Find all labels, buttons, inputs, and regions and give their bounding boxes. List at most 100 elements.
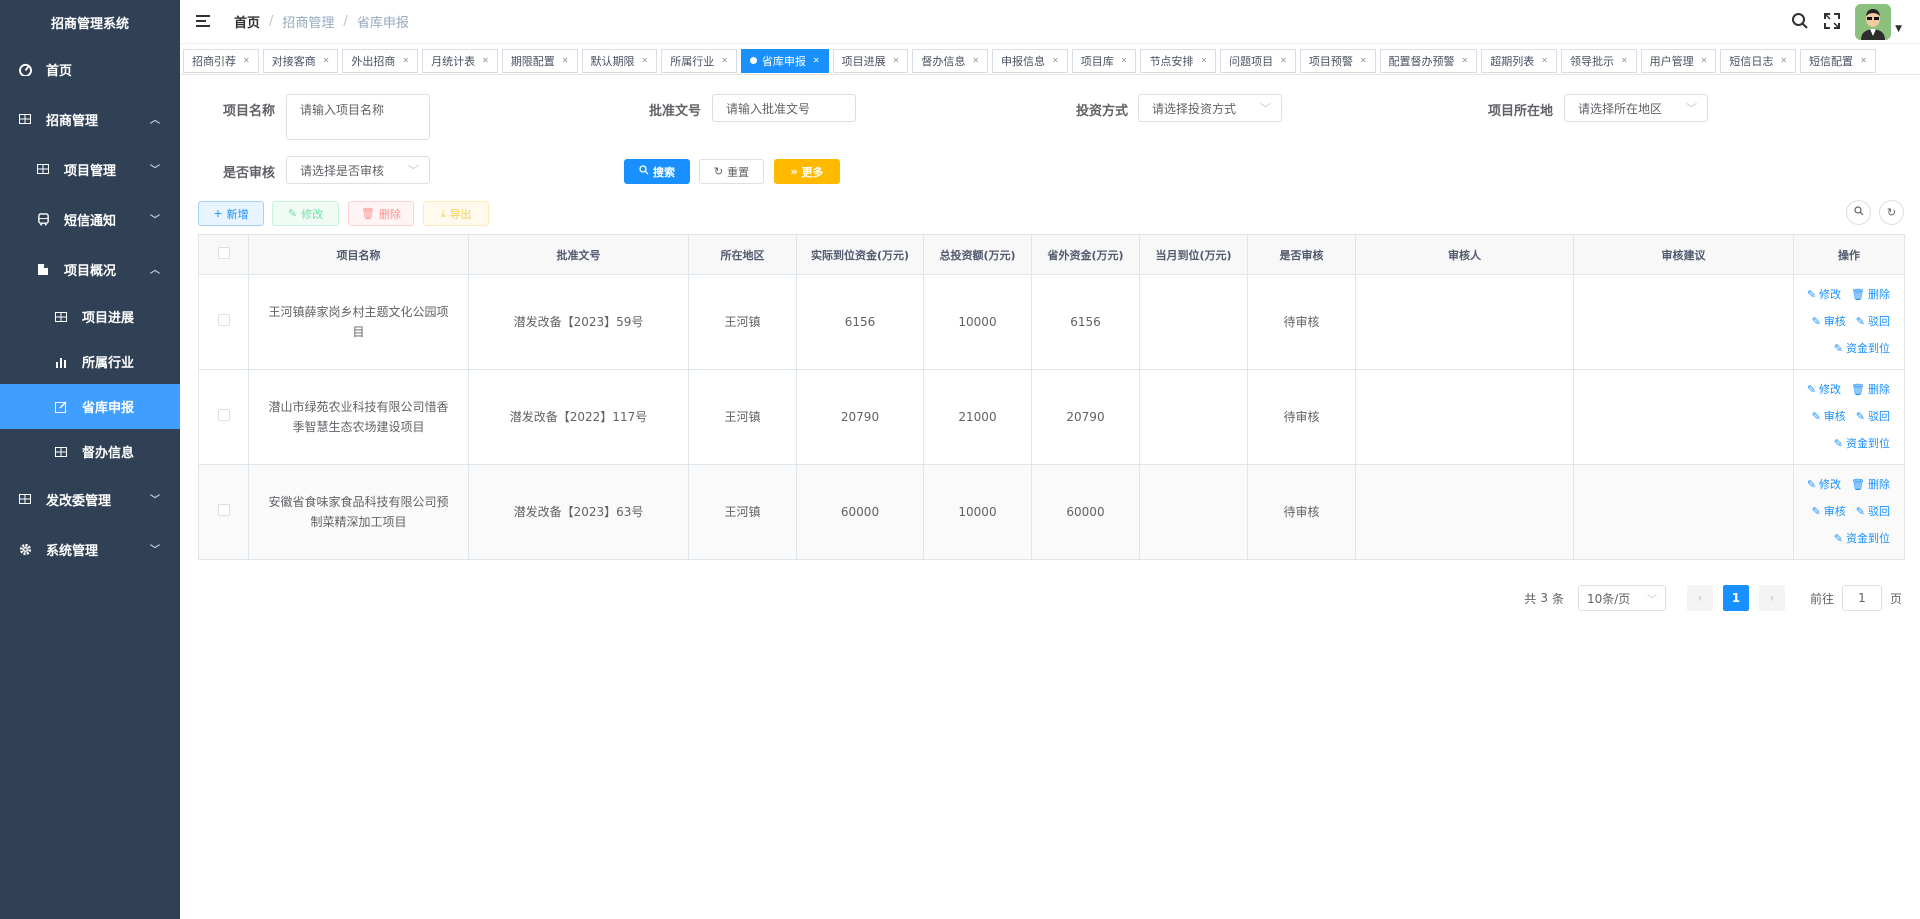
tag-tab[interactable]: 月统计表 ✕ xyxy=(422,48,498,73)
sidebar-item-investment[interactable]: 招商管理 ︿ xyxy=(0,94,180,144)
close-icon[interactable]: ✕ xyxy=(1360,56,1367,65)
tag-tab[interactable]: 期限配置 ✕ xyxy=(501,48,578,73)
location-select[interactable]: 请选择所在地区 ﹀ xyxy=(1564,94,1708,122)
close-icon[interactable]: ✕ xyxy=(1462,56,1469,65)
tag-tab[interactable]: 项目预警 ✕ xyxy=(1299,48,1376,73)
row-checkbox[interactable] xyxy=(217,314,230,326)
tag-tab[interactable]: 节点安排 ✕ xyxy=(1140,48,1217,73)
breadcrumb-home[interactable]: 首页 xyxy=(234,12,260,31)
tag-tab[interactable]: 默认期限 ✕ xyxy=(581,48,658,73)
tag-tab[interactable]: 申报信息 ✕ xyxy=(992,48,1068,73)
row-delete-link[interactable]: 🗑 删除 xyxy=(1851,380,1890,400)
close-icon[interactable]: ✕ xyxy=(1200,56,1207,65)
row-edit-link[interactable]: ✎ 修改 xyxy=(1807,285,1841,305)
export-button[interactable]: ⤓ 导出 xyxy=(423,201,489,226)
sidebar-item-project-management[interactable]: 项目管理 ﹀ xyxy=(0,144,180,194)
sidebar-item-ndrc[interactable]: 发改委管理 ﹀ xyxy=(0,474,180,524)
row-edit-link[interactable]: ✎ 修改 xyxy=(1807,380,1841,400)
page-size-select[interactable]: 10条/页 ﹀ xyxy=(1577,585,1666,611)
close-icon[interactable]: ✕ xyxy=(972,56,979,65)
row-checkbox[interactable] xyxy=(217,504,230,516)
close-icon[interactable]: ✕ xyxy=(1621,56,1628,65)
select-all-checkbox[interactable] xyxy=(217,247,230,259)
goto-page-input[interactable]: 1 xyxy=(1841,585,1882,611)
tag-tab[interactable]: 外出招商 ✕ xyxy=(342,48,419,73)
search-icon[interactable] xyxy=(1791,12,1809,33)
close-icon[interactable]: ✕ xyxy=(562,56,569,65)
reset-button[interactable]: ↻ 重置 xyxy=(699,159,764,184)
add-button[interactable]: + 新增 xyxy=(198,201,264,226)
tag-tab[interactable]: 问题项目 ✕ xyxy=(1220,48,1296,73)
close-icon[interactable]: ✕ xyxy=(1860,56,1867,65)
row-reject-link[interactable]: ✎ 驳回 xyxy=(1856,312,1890,332)
table-row[interactable]: 王河镇薛家岗乡村主题文化公园项目 潜发改备【2023】59号 王河镇 6156 1000… xyxy=(198,274,1905,370)
close-icon[interactable]: ✕ xyxy=(482,56,489,65)
row-review-link[interactable]: ✎ 审核 xyxy=(1812,502,1846,522)
tag-tab[interactable]: 用户管理 ✕ xyxy=(1640,48,1717,73)
sidebar-item-home[interactable]: 首页 xyxy=(0,44,180,94)
close-icon[interactable]: ✕ xyxy=(1280,56,1287,65)
project-name-input[interactable]: 请输入项目名称 xyxy=(286,94,430,140)
close-icon[interactable]: ✕ xyxy=(1121,56,1128,65)
close-icon[interactable]: ✕ xyxy=(402,56,409,65)
tag-tab[interactable]: 项目库 ✕ xyxy=(1071,48,1137,73)
close-icon[interactable]: ✕ xyxy=(813,56,820,65)
invest-mode-select[interactable]: 请选择投资方式 ﹀ xyxy=(1138,94,1282,122)
avatar[interactable] xyxy=(1855,4,1892,40)
menu-toggle-icon[interactable] xyxy=(196,14,212,29)
close-icon[interactable]: ✕ xyxy=(1541,56,1548,65)
tag-tab[interactable]: 对接客商 ✕ xyxy=(262,48,339,73)
row-delete-link[interactable]: 🗑 删除 xyxy=(1851,475,1890,495)
tag-tab[interactable]: 督办信息 ✕ xyxy=(912,48,989,73)
tag-tab[interactable]: 领导批示 ✕ xyxy=(1560,48,1637,73)
sidebar-item-supervision[interactable]: 督办信息 xyxy=(0,429,180,474)
tag-tab[interactable]: 省库申报 ✕ xyxy=(740,48,829,73)
sidebar-item-sms[interactable]: 短信通知 ﹀ xyxy=(0,194,180,244)
row-reject-link[interactable]: ✎ 驳回 xyxy=(1856,502,1890,522)
close-icon[interactable]: ✕ xyxy=(1701,56,1708,65)
row-review-link[interactable]: ✎ 审核 xyxy=(1812,312,1846,332)
toggle-search-button[interactable] xyxy=(1846,200,1871,225)
reviewed-select[interactable]: 请选择是否审核 ﹀ xyxy=(286,156,430,184)
tag-tab[interactable]: 超期列表 ✕ xyxy=(1481,48,1557,73)
row-funds-link[interactable]: ✎ 资金到位 xyxy=(1834,434,1890,454)
close-icon[interactable]: ✕ xyxy=(323,56,330,65)
edit-button[interactable]: ✎ 修改 xyxy=(272,201,339,226)
row-funds-link[interactable]: ✎ 资金到位 xyxy=(1834,339,1890,359)
sidebar-item-system[interactable]: 系统管理 ﹀ xyxy=(0,524,180,574)
tag-tab[interactable]: 短信配置 ✕ xyxy=(1800,48,1876,73)
close-icon[interactable]: ✕ xyxy=(642,56,649,65)
page-number-button[interactable]: 1 xyxy=(1722,585,1749,611)
row-funds-link[interactable]: ✎ 资金到位 xyxy=(1834,529,1890,549)
search-button[interactable]: 搜索 xyxy=(624,159,690,184)
tag-tab[interactable]: 所属行业 ✕ xyxy=(661,48,737,73)
table-row[interactable]: 安徽省食味家食品科技有限公司预制菜精深加工项目 潜发改备【2023】63号 王河镇 6… xyxy=(198,464,1905,560)
sidebar-item-project-progress[interactable]: 项目进展 xyxy=(0,294,180,339)
next-page-button[interactable]: › xyxy=(1758,585,1785,611)
tag-tab[interactable]: 项目进展 ✕ xyxy=(832,48,909,73)
sidebar-item-industry[interactable]: 所属行业 xyxy=(0,339,180,384)
approval-no-input[interactable]: 请输入批准文号 xyxy=(712,94,856,122)
row-edit-link[interactable]: ✎ 修改 xyxy=(1807,475,1841,495)
prev-page-button[interactable]: ‹ xyxy=(1686,585,1713,611)
delete-button[interactable]: 🗑 删除 xyxy=(348,201,414,226)
close-icon[interactable]: ✕ xyxy=(893,56,900,65)
row-delete-link[interactable]: 🗑 删除 xyxy=(1851,285,1890,305)
close-icon[interactable]: ✕ xyxy=(721,56,728,65)
close-icon[interactable]: ✕ xyxy=(1780,56,1787,65)
tag-tab[interactable]: 招商引荐 ✕ xyxy=(183,48,259,73)
row-review-link[interactable]: ✎ 审核 xyxy=(1812,407,1846,427)
tag-tab[interactable]: 配置督办预警 ✕ xyxy=(1379,48,1478,73)
caret-down-icon[interactable]: ▼ xyxy=(1895,24,1902,34)
table-row[interactable]: 潜山市绿苑农业科技有限公司惜香季智慧生态农场建设项目 潜发改备【2022】117号… xyxy=(198,369,1905,465)
fullscreen-icon[interactable] xyxy=(1823,12,1841,33)
close-icon[interactable]: ✕ xyxy=(1052,56,1059,65)
sidebar-item-project-overview[interactable]: 项目概况 ︿ xyxy=(0,244,180,294)
row-reject-link[interactable]: ✎ 驳回 xyxy=(1856,407,1890,427)
close-icon[interactable]: ✕ xyxy=(243,56,250,65)
tag-tab[interactable]: 短信日志 ✕ xyxy=(1720,48,1797,73)
row-checkbox[interactable] xyxy=(217,409,230,421)
sidebar-item-province-declare[interactable]: 省库申报 xyxy=(0,384,180,429)
more-button[interactable]: » 更多 xyxy=(774,159,840,184)
refresh-button[interactable]: ↻ xyxy=(1879,200,1904,225)
